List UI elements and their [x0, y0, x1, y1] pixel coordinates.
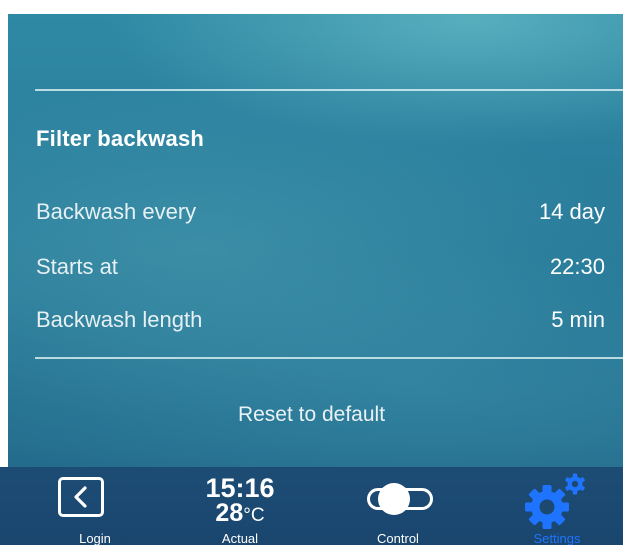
- tab-login-label: Login: [79, 531, 111, 545]
- top-divider: [35, 89, 623, 91]
- current-temperature: 28°C: [185, 501, 295, 528]
- backwash-every-value[interactable]: 14 day: [539, 199, 605, 225]
- toggle-knob: [378, 483, 410, 515]
- bottom-divider: [35, 357, 623, 359]
- toggle-icon: [367, 483, 433, 515]
- tab-settings-label: Settings: [533, 531, 581, 545]
- top-frame-border: [0, 0, 623, 14]
- starts-at-label: Starts at: [36, 254, 118, 279]
- left-frame-border: [0, 0, 8, 545]
- backwash-length-label: Backwash length: [36, 307, 203, 332]
- tab-actual-label: Actual: [221, 531, 259, 545]
- starts-at-value[interactable]: 22:30: [550, 254, 605, 280]
- tab-login[interactable]: Login: [40, 467, 150, 545]
- backwash-every-label: Backwash every: [36, 199, 197, 224]
- tab-control[interactable]: Control: [343, 467, 453, 545]
- reset-to-default-button[interactable]: Reset to default: [0, 403, 623, 427]
- back-arrow-icon: [58, 477, 104, 517]
- backwash-length-value[interactable]: 5 min: [551, 307, 605, 333]
- tab-control-label: Control: [377, 531, 419, 545]
- temperature-unit: °C: [243, 505, 265, 526]
- screen: Filter backwash Backwash every 14 day St…: [0, 0, 623, 545]
- bottom-tab-bar: Login 15:16 28°C Actual Control Settings: [0, 467, 623, 545]
- tab-settings[interactable]: Settings: [507, 467, 607, 545]
- temperature-value: 28: [215, 499, 244, 527]
- tab-actual[interactable]: 15:16 28°C Actual: [185, 467, 295, 545]
- section-title: Filter backwash: [36, 126, 205, 151]
- current-time: 15:16: [205, 473, 275, 503]
- gear-icon: [521, 471, 593, 538]
